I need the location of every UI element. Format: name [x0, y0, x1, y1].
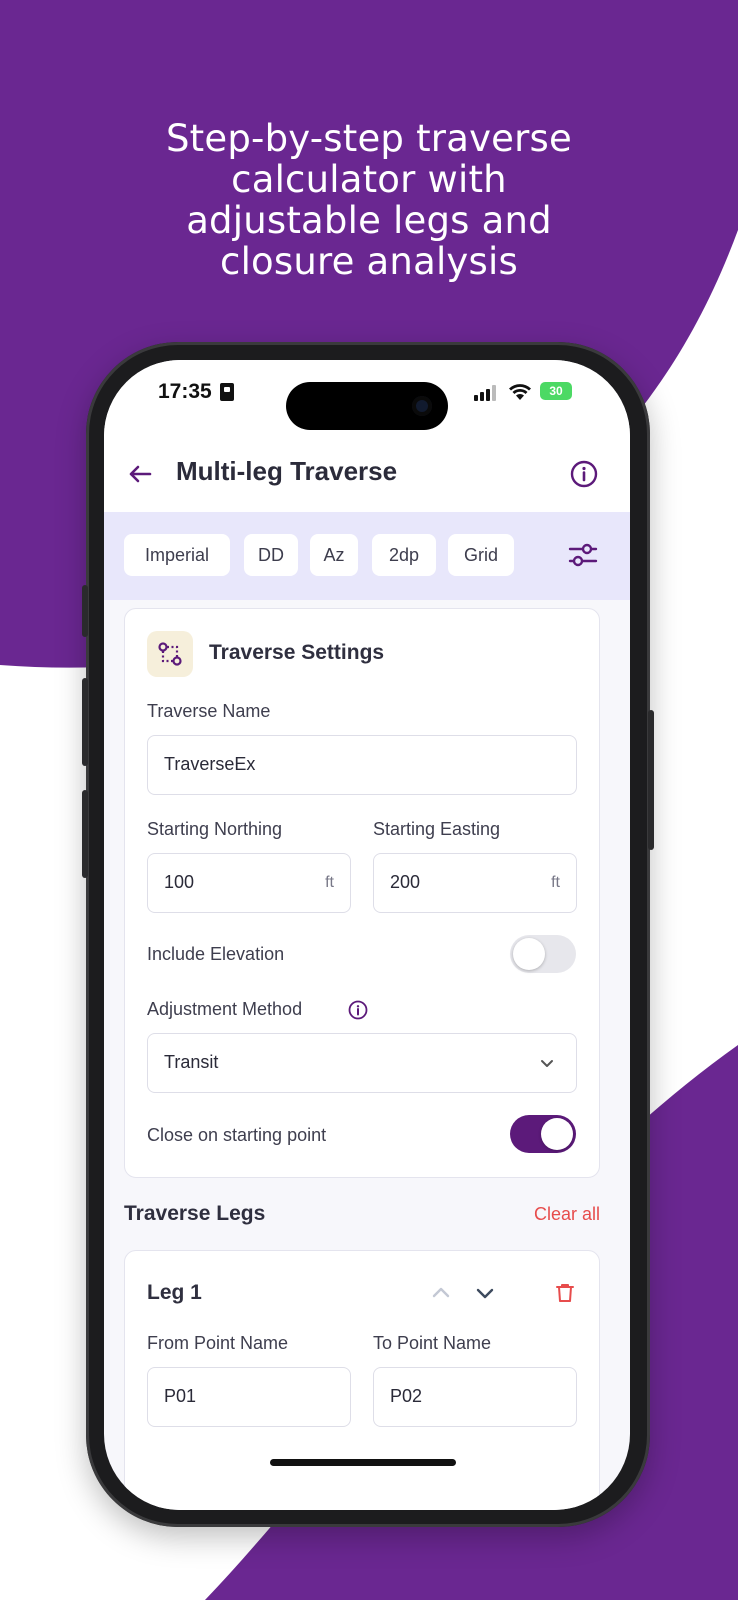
app-bar: Multi-leg Traverse [104, 440, 630, 512]
close-on-start-toggle[interactable] [510, 1115, 576, 1153]
traverse-name-value: TraverseEx [164, 754, 256, 774]
easting-unit: ft [551, 874, 560, 891]
wifi-icon [509, 384, 531, 400]
headline-line-3: adjustable legs and [186, 199, 552, 242]
battery-level: 30 [549, 384, 563, 398]
chip-decimal-places[interactable]: 2dp [372, 534, 436, 576]
adjustment-info-icon[interactable] [347, 999, 369, 1021]
chevron-down-icon [541, 1060, 553, 1067]
adjustment-method-value: Transit [164, 1052, 219, 1072]
page-title: Multi-leg Traverse [176, 456, 398, 486]
info-icon[interactable] [568, 458, 600, 490]
status-time: 17:35 [158, 380, 212, 403]
chip-units[interactable]: Imperial [124, 534, 230, 576]
headline-line-4: closure analysis [220, 240, 518, 283]
dynamic-island [286, 382, 448, 430]
to-point-input[interactable]: P02 [373, 1367, 577, 1427]
adjustment-method-select[interactable]: Transit [147, 1033, 577, 1093]
clear-all-button[interactable]: Clear all [534, 1204, 600, 1225]
chip-angle-format[interactable]: DD [244, 534, 298, 576]
route-icon [147, 631, 193, 677]
toggle-knob [541, 1118, 573, 1150]
adjustment-method-label: Adjustment Method [147, 999, 303, 1019]
close-on-start-label: Close on starting point [147, 1125, 327, 1145]
phone-power-button [648, 710, 654, 850]
move-down-icon[interactable] [473, 1281, 497, 1305]
settings-chip-bar: Imperial DD Az 2dp Grid [104, 512, 630, 600]
phone-volume-down-button [82, 790, 88, 878]
from-point-value: P01 [164, 1386, 197, 1406]
chip-bearing-type[interactable]: Az [310, 534, 358, 576]
move-up-icon[interactable] [429, 1281, 453, 1305]
chip-coordinate-system[interactable]: Grid [448, 534, 514, 576]
battery-indicator: 30 [540, 382, 572, 400]
settings-card-title: Traverse Settings [209, 641, 385, 664]
traverse-legs-title: Traverse Legs [124, 1202, 266, 1225]
home-indicator [270, 1459, 456, 1466]
starting-northing-value: 100 [164, 872, 195, 892]
from-point-input[interactable]: P01 [147, 1367, 351, 1427]
include-elevation-label: Include Elevation [147, 944, 285, 964]
traverse-name-input[interactable]: TraverseEx [147, 735, 577, 795]
leg-title: Leg 1 [147, 1281, 202, 1304]
headline-line-1: Step-by-step traverse [166, 117, 572, 160]
phone-action-button [82, 585, 88, 637]
cellular-signal-icon [474, 385, 498, 401]
include-elevation-toggle[interactable] [510, 935, 576, 973]
delete-leg-icon[interactable] [553, 1281, 577, 1305]
marketing-headline: Step-by-step traverse calculator with ad… [0, 118, 738, 282]
tune-settings-icon[interactable] [566, 538, 600, 572]
to-point-value: P02 [390, 1386, 423, 1406]
traverse-name-label: Traverse Name [147, 701, 271, 721]
starting-easting-label: Starting Easting [373, 819, 501, 839]
headline-line-2: calculator with [231, 158, 507, 201]
northing-unit: ft [325, 874, 334, 891]
starting-northing-label: Starting Northing [147, 819, 283, 839]
traverse-settings-card: Traverse Settings Traverse Name Traverse… [124, 608, 600, 1178]
phone-screen: 17:35 30 Multi-leg Traverse Imperial DD … [104, 360, 630, 1510]
phone-volume-up-button [82, 678, 88, 766]
back-arrow-icon[interactable] [124, 458, 156, 490]
to-point-label: To Point Name [373, 1333, 492, 1353]
sim-card-icon [220, 383, 234, 401]
starting-easting-input[interactable]: 200 ft [373, 853, 577, 913]
front-camera [412, 396, 432, 416]
leg-card: Leg 1 From Point Name To Point Name P01 … [124, 1250, 600, 1510]
starting-northing-input[interactable]: 100 ft [147, 853, 351, 913]
from-point-label: From Point Name [147, 1333, 289, 1353]
toggle-knob [513, 938, 545, 970]
status-bar: 17:35 30 [104, 360, 630, 440]
starting-easting-value: 200 [390, 872, 421, 892]
